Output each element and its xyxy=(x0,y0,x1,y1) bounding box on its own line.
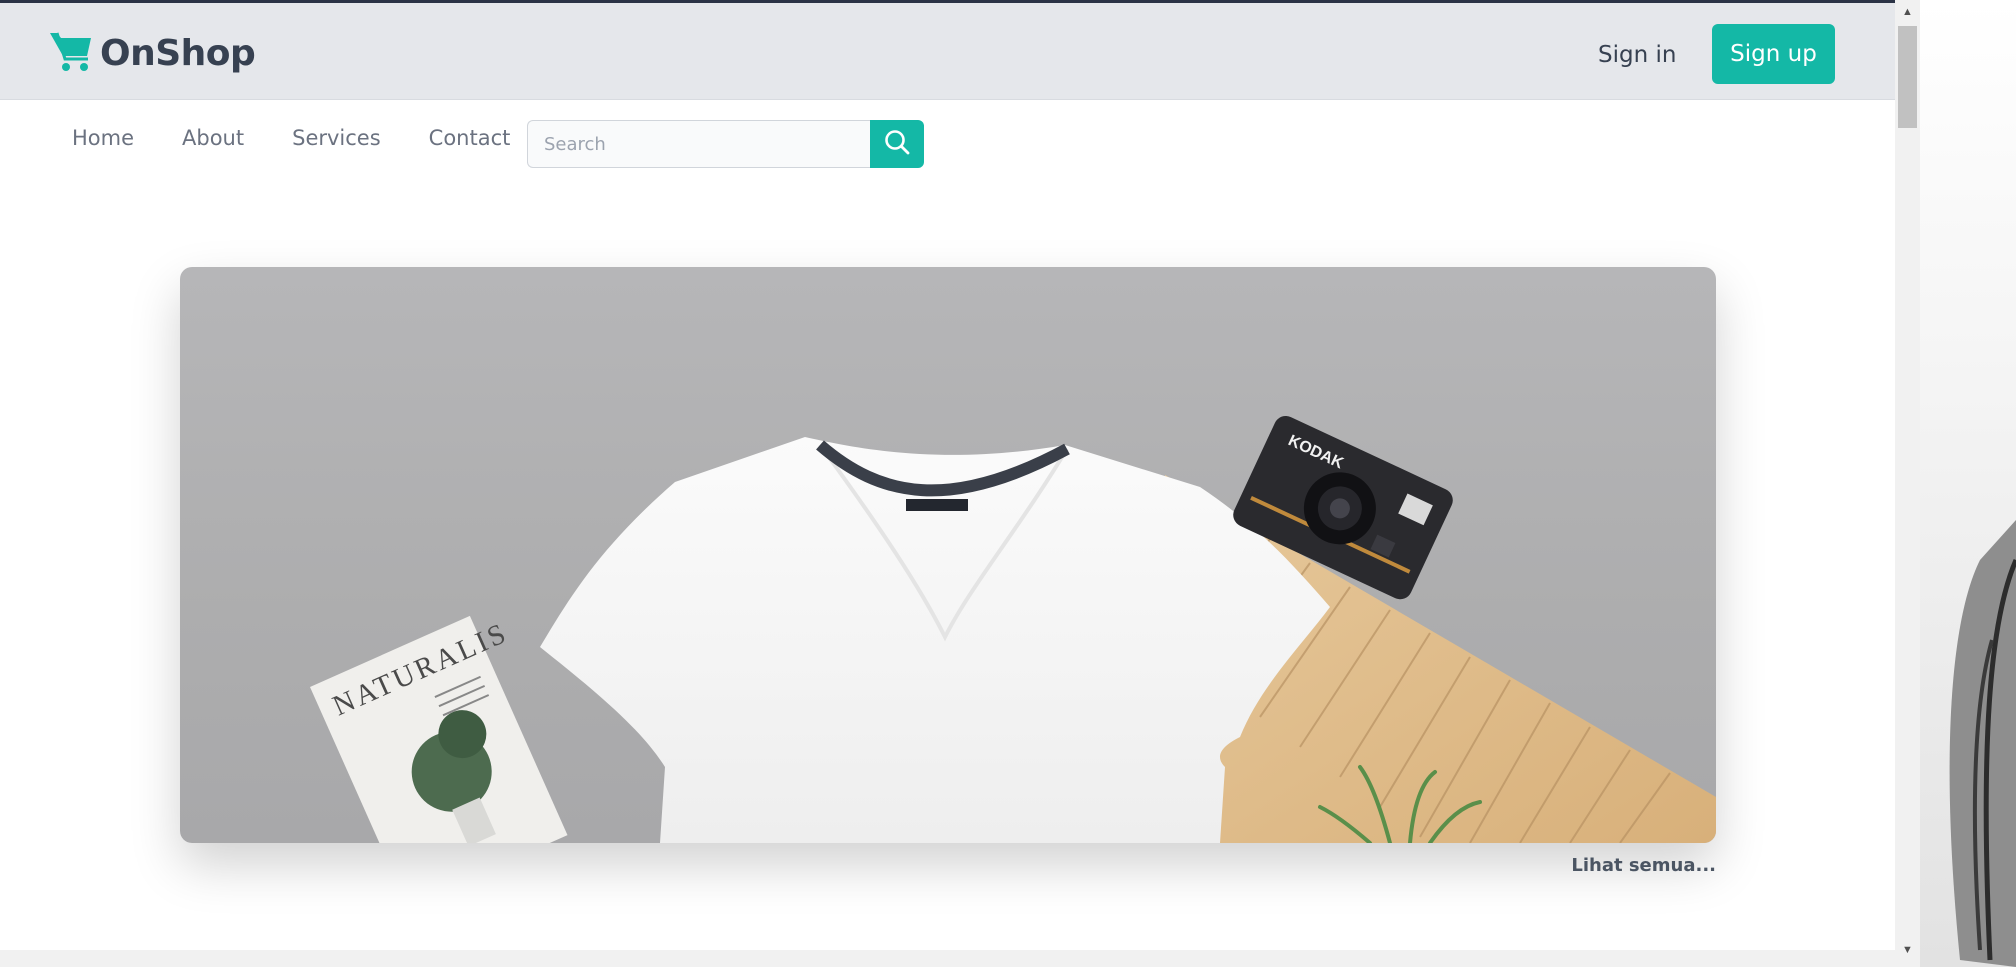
see-all-link[interactable]: Lihat semua... xyxy=(1571,855,1716,876)
nav-item-home[interactable]: Home xyxy=(72,126,134,150)
nav-item-services[interactable]: Services xyxy=(292,126,381,150)
scroll-down-arrow-icon[interactable]: ▼ xyxy=(1895,944,1920,962)
search-button[interactable] xyxy=(870,120,924,168)
horizontal-scrollbar[interactable] xyxy=(0,950,1895,967)
sign-in-button[interactable]: Sign in xyxy=(1580,25,1694,85)
sign-up-button[interactable]: Sign up xyxy=(1712,24,1835,84)
hero-banner[interactable]: KODAK NATURALIS xyxy=(180,267,1716,843)
brand-logo[interactable]: OnShop xyxy=(48,29,256,78)
scrollbar-thumb[interactable] xyxy=(1898,26,1917,128)
site-header: OnShop Sign in Sign up xyxy=(0,3,1895,100)
search-input[interactable] xyxy=(527,120,870,168)
vertical-scrollbar[interactable]: ▲ ▼ xyxy=(1895,0,1920,967)
shopping-cart-icon xyxy=(48,29,94,78)
hero-image: KODAK NATURALIS xyxy=(310,415,1716,843)
scroll-up-arrow-icon[interactable]: ▲ xyxy=(1895,6,1920,24)
search-bar xyxy=(527,120,924,168)
brand-name: OnShop xyxy=(100,33,256,74)
main-nav: Home About Services Contact xyxy=(72,126,510,150)
search-icon xyxy=(883,128,911,161)
nav-item-contact[interactable]: Contact xyxy=(429,126,511,150)
background-window xyxy=(1920,0,2016,967)
nav-item-about[interactable]: About xyxy=(182,126,244,150)
